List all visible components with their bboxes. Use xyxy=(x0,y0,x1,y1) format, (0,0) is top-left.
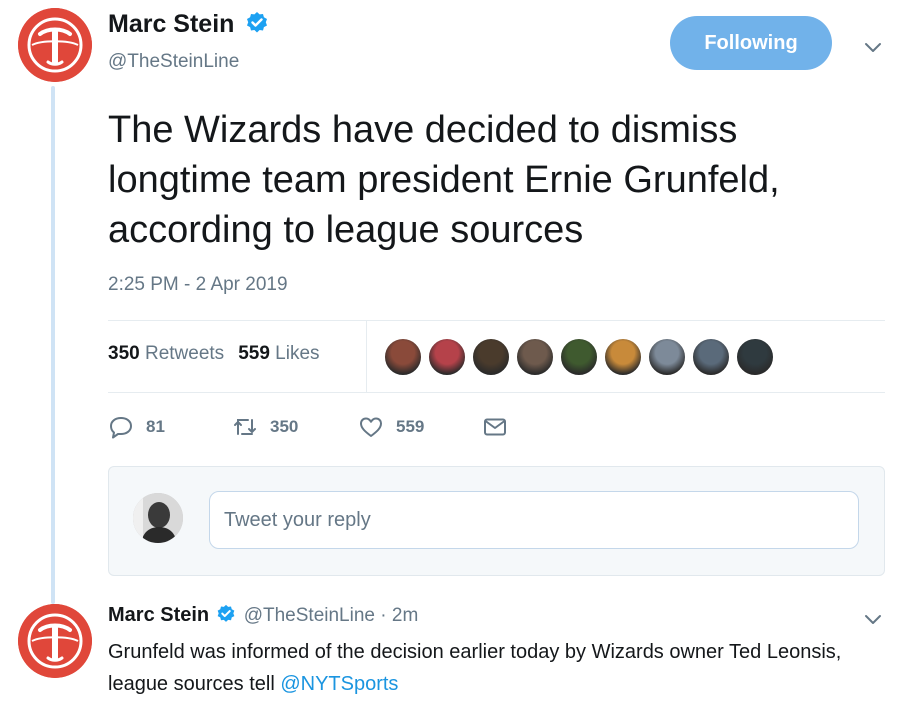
liker-avatar[interactable] xyxy=(516,338,554,376)
divider xyxy=(108,392,885,393)
reply-tweet-text: Grunfeld was informed of the decision ea… xyxy=(108,636,868,700)
reply-author-handle[interactable]: @TheSteinLine xyxy=(244,605,375,626)
liker-avatar[interactable] xyxy=(736,338,774,376)
reply-action[interactable]: 81 xyxy=(108,414,165,440)
nytsports-mention-link[interactable]: @NYTSports xyxy=(280,673,398,695)
envelope-icon xyxy=(484,418,506,436)
retweets-stat[interactable]: 350 Retweets xyxy=(108,343,224,364)
liker-avatar[interactable] xyxy=(604,338,642,376)
like-count: 559 xyxy=(396,417,425,436)
thread-connector-line xyxy=(51,86,55,604)
tweet-reply-input[interactable] xyxy=(209,491,859,549)
liker-avatar[interactable] xyxy=(560,338,598,376)
reply-body: Grunfeld was informed of the decision ea… xyxy=(108,641,842,695)
author-name[interactable]: Marc Stein xyxy=(108,10,234,38)
reply-header: Marc Stein @TheSteinLine · 2m xyxy=(108,604,418,627)
likes-label: Likes xyxy=(275,343,320,364)
liker-avatar[interactable] xyxy=(384,338,422,376)
author-name-row[interactable]: Marc Stein xyxy=(108,10,269,39)
heart-icon xyxy=(360,417,382,437)
likes-count: 559 xyxy=(238,343,270,364)
nyt-t-logo-icon xyxy=(18,8,92,82)
reply-icon xyxy=(110,417,132,439)
following-button[interactable]: Following xyxy=(670,16,832,70)
direct-message-action[interactable] xyxy=(482,414,508,440)
user-photo-icon xyxy=(133,493,183,543)
retweet-count: 350 xyxy=(270,417,299,436)
current-user-avatar[interactable] xyxy=(133,493,183,543)
retweet-action[interactable]: 350 xyxy=(232,414,298,440)
verified-badge-icon xyxy=(247,12,268,33)
reply-count: 81 xyxy=(146,417,165,436)
retweet-icon xyxy=(234,419,256,435)
reply-author-avatar[interactable] xyxy=(18,604,92,678)
liker-avatar[interactable] xyxy=(428,338,466,376)
liker-avatar[interactable] xyxy=(648,338,686,376)
chevron-down-icon[interactable] xyxy=(862,36,884,58)
author-avatar[interactable] xyxy=(18,8,92,82)
verified-badge-icon xyxy=(218,605,235,623)
like-action[interactable]: 559 xyxy=(358,414,424,440)
reply-composer xyxy=(108,466,885,576)
divider xyxy=(108,320,885,321)
reply-author-name[interactable]: Marc Stein xyxy=(108,604,209,626)
author-handle[interactable]: @TheSteinLine xyxy=(108,51,239,73)
engagement-stats: 350 Retweets 559 Likes xyxy=(108,343,320,365)
nyt-t-logo-icon xyxy=(18,604,92,678)
stats-divider xyxy=(366,320,367,392)
likes-stat[interactable]: 559 Likes xyxy=(238,343,319,364)
liker-avatar[interactable] xyxy=(472,338,510,376)
retweets-count: 350 xyxy=(108,343,140,364)
chevron-down-icon[interactable] xyxy=(862,608,884,630)
liker-avatar[interactable] xyxy=(692,338,730,376)
retweets-label: Retweets xyxy=(144,343,225,364)
liked-by-avatars xyxy=(384,338,774,376)
tweet-text: The Wizards have decided to dismiss long… xyxy=(108,109,780,251)
reply-age[interactable]: · 2m xyxy=(380,605,418,626)
tweet-timestamp[interactable]: 2:25 PM - 2 Apr 2019 xyxy=(108,274,288,296)
